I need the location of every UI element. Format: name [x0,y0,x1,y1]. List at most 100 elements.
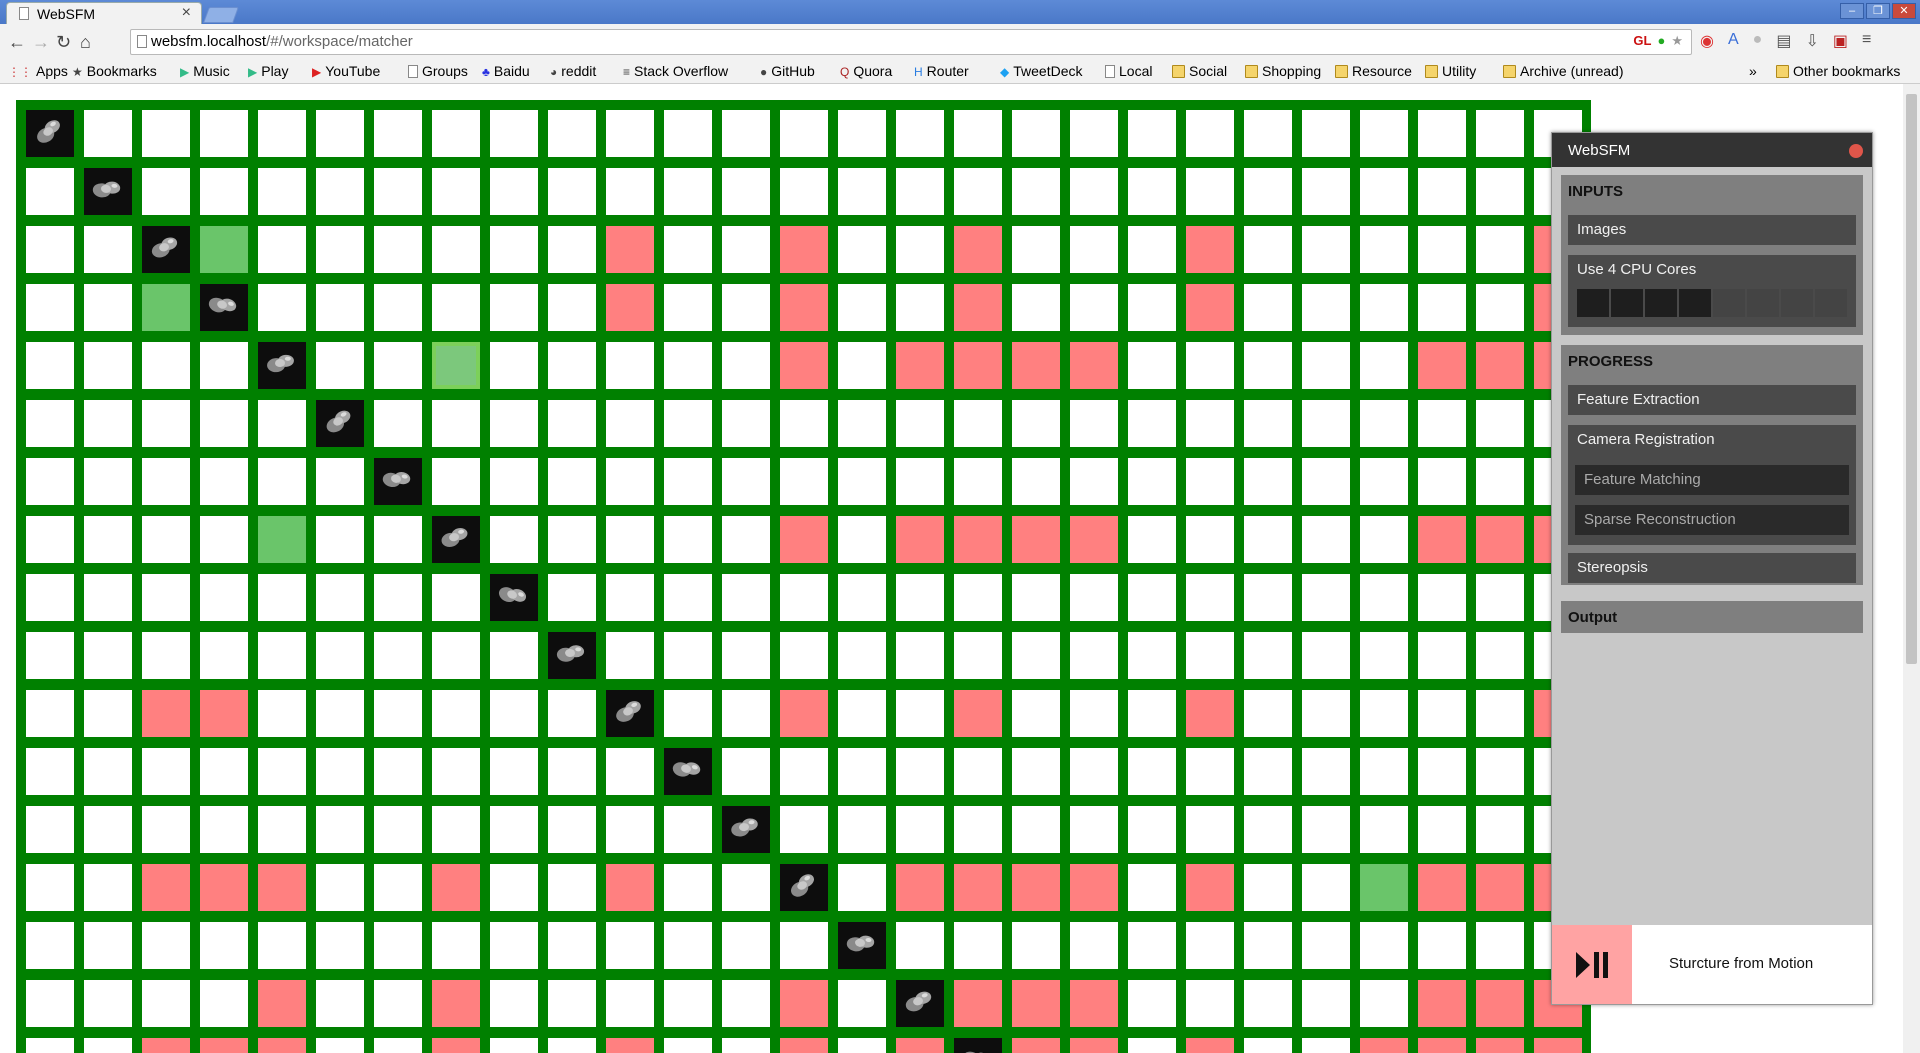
match-cell-empty[interactable] [664,226,712,273]
match-cell-empty[interactable] [26,1038,74,1053]
close-window-button[interactable]: ✕ [1892,3,1916,19]
match-cell-unmatched[interactable] [1418,516,1466,563]
match-cell-empty[interactable] [1128,110,1176,157]
match-cell-empty[interactable] [84,980,132,1027]
match-cell-empty[interactable] [1012,458,1060,505]
match-cell-empty[interactable] [490,284,538,331]
match-cell-empty[interactable] [548,922,596,969]
match-cell-unmatched[interactable] [1012,342,1060,389]
match-cell-empty[interactable] [664,864,712,911]
match-cell-empty[interactable] [490,400,538,447]
match-cell-unmatched[interactable] [1070,980,1118,1027]
cpu-core-selected[interactable] [1611,289,1643,317]
match-cell-empty[interactable] [664,922,712,969]
cpu-core-selected[interactable] [1577,289,1609,317]
match-cell-empty[interactable] [1070,574,1118,621]
match-cell-empty[interactable] [780,748,828,795]
match-cell-empty[interactable] [374,748,422,795]
match-cell-unmatched[interactable] [780,516,828,563]
match-cell-empty[interactable] [722,400,770,447]
match-cell-empty[interactable] [780,110,828,157]
cpu-core-unselected[interactable] [1747,289,1779,317]
match-cell-empty[interactable] [200,748,248,795]
match-cell-empty[interactable] [374,110,422,157]
match-cell-empty[interactable] [1244,632,1292,679]
match-cell-empty[interactable] [1302,1038,1350,1053]
match-cell-unmatched[interactable] [200,864,248,911]
match-cell-empty[interactable] [722,922,770,969]
match-cell-empty[interactable] [200,980,248,1027]
bookmark-item[interactable]: ◆ TweetDeck [1000,63,1082,79]
match-cell-empty[interactable] [490,980,538,1027]
match-cell-empty[interactable] [1418,574,1466,621]
match-cell-empty[interactable] [896,400,944,447]
match-cell-unmatched[interactable] [606,284,654,331]
match-cell-unmatched[interactable] [780,342,828,389]
match-cell-empty[interactable] [1360,748,1408,795]
match-cell-empty[interactable] [838,690,886,737]
match-cell-empty[interactable] [664,110,712,157]
match-cell-empty[interactable] [548,864,596,911]
camera-registration-step[interactable]: Camera Registration Feature Matching Spa… [1568,425,1856,545]
bookmark-item[interactable]: Utility [1425,63,1476,79]
cpu-core-selected[interactable] [1679,289,1711,317]
cpu-core-unselected[interactable] [1781,289,1813,317]
match-cell-unmatched[interactable] [954,226,1002,273]
match-cell-unmatched[interactable] [1418,980,1466,1027]
match-cell-empty[interactable] [26,342,74,389]
bookmark-item[interactable]: ▶ Music [180,63,230,79]
match-cell-empty[interactable] [258,284,306,331]
minimize-window-button[interactable]: – [1840,3,1864,19]
match-cell-empty[interactable] [316,864,364,911]
match-cell-empty[interactable] [432,922,480,969]
match-cell-empty[interactable] [1302,516,1350,563]
match-cell-matched[interactable] [142,284,190,331]
image-thumbnail[interactable] [490,574,538,621]
match-cell-empty[interactable] [1186,980,1234,1027]
match-cell-unmatched[interactable] [1476,1038,1524,1053]
feature-matching-step[interactable]: Feature Matching [1575,465,1849,495]
match-cell-unmatched[interactable] [1186,284,1234,331]
bookmark-item[interactable]: ▶ YouTube [312,63,380,79]
match-cell-empty[interactable] [1186,574,1234,621]
match-cell-empty[interactable] [200,922,248,969]
match-cell-empty[interactable] [26,748,74,795]
match-cell-unmatched[interactable] [1418,1038,1466,1053]
image-thumbnail[interactable] [722,806,770,853]
match-cell-empty[interactable] [1418,226,1466,273]
close-tab-icon[interactable]: × [182,4,191,22]
match-cell-empty[interactable] [1244,748,1292,795]
bookmark-item[interactable]: Shopping [1245,63,1321,79]
match-cell-empty[interactable] [1360,632,1408,679]
match-cell-empty[interactable] [490,806,538,853]
match-cell-empty[interactable] [1012,574,1060,621]
match-cell-empty[interactable] [954,632,1002,679]
match-cell-unmatched[interactable] [200,690,248,737]
match-cell-empty[interactable] [316,1038,364,1053]
match-cell-empty[interactable] [606,342,654,389]
circle-extension-icon[interactable]: ● [1753,31,1763,51]
match-cell-unmatched[interactable] [432,980,480,1027]
match-cell-empty[interactable] [1186,922,1234,969]
match-cell-empty[interactable] [1186,168,1234,215]
match-cell-empty[interactable] [548,980,596,1027]
match-cell-empty[interactable] [1302,980,1350,1027]
forward-arrow-icon[interactable]: → [32,32,50,53]
match-cell-empty[interactable] [838,284,886,331]
bookmark-item[interactable]: ★ Bookmarks [72,63,157,79]
match-cell-unmatched[interactable] [432,864,480,911]
match-cell-empty[interactable] [1070,284,1118,331]
match-cell-unmatched[interactable] [1186,226,1234,273]
match-cell-selected[interactable] [432,342,480,389]
match-cell-empty[interactable] [316,226,364,273]
match-cell-empty[interactable] [1244,806,1292,853]
match-cell-empty[interactable] [200,632,248,679]
match-cell-unmatched[interactable] [142,1038,190,1053]
match-cell-empty[interactable] [664,516,712,563]
match-cell-empty[interactable] [200,458,248,505]
bookmarks-overflow-chevron[interactable]: » [1749,63,1757,79]
match-cell-empty[interactable] [1128,516,1176,563]
match-cell-empty[interactable] [374,922,422,969]
match-cell-empty[interactable] [258,748,306,795]
match-cell-empty[interactable] [1302,864,1350,911]
